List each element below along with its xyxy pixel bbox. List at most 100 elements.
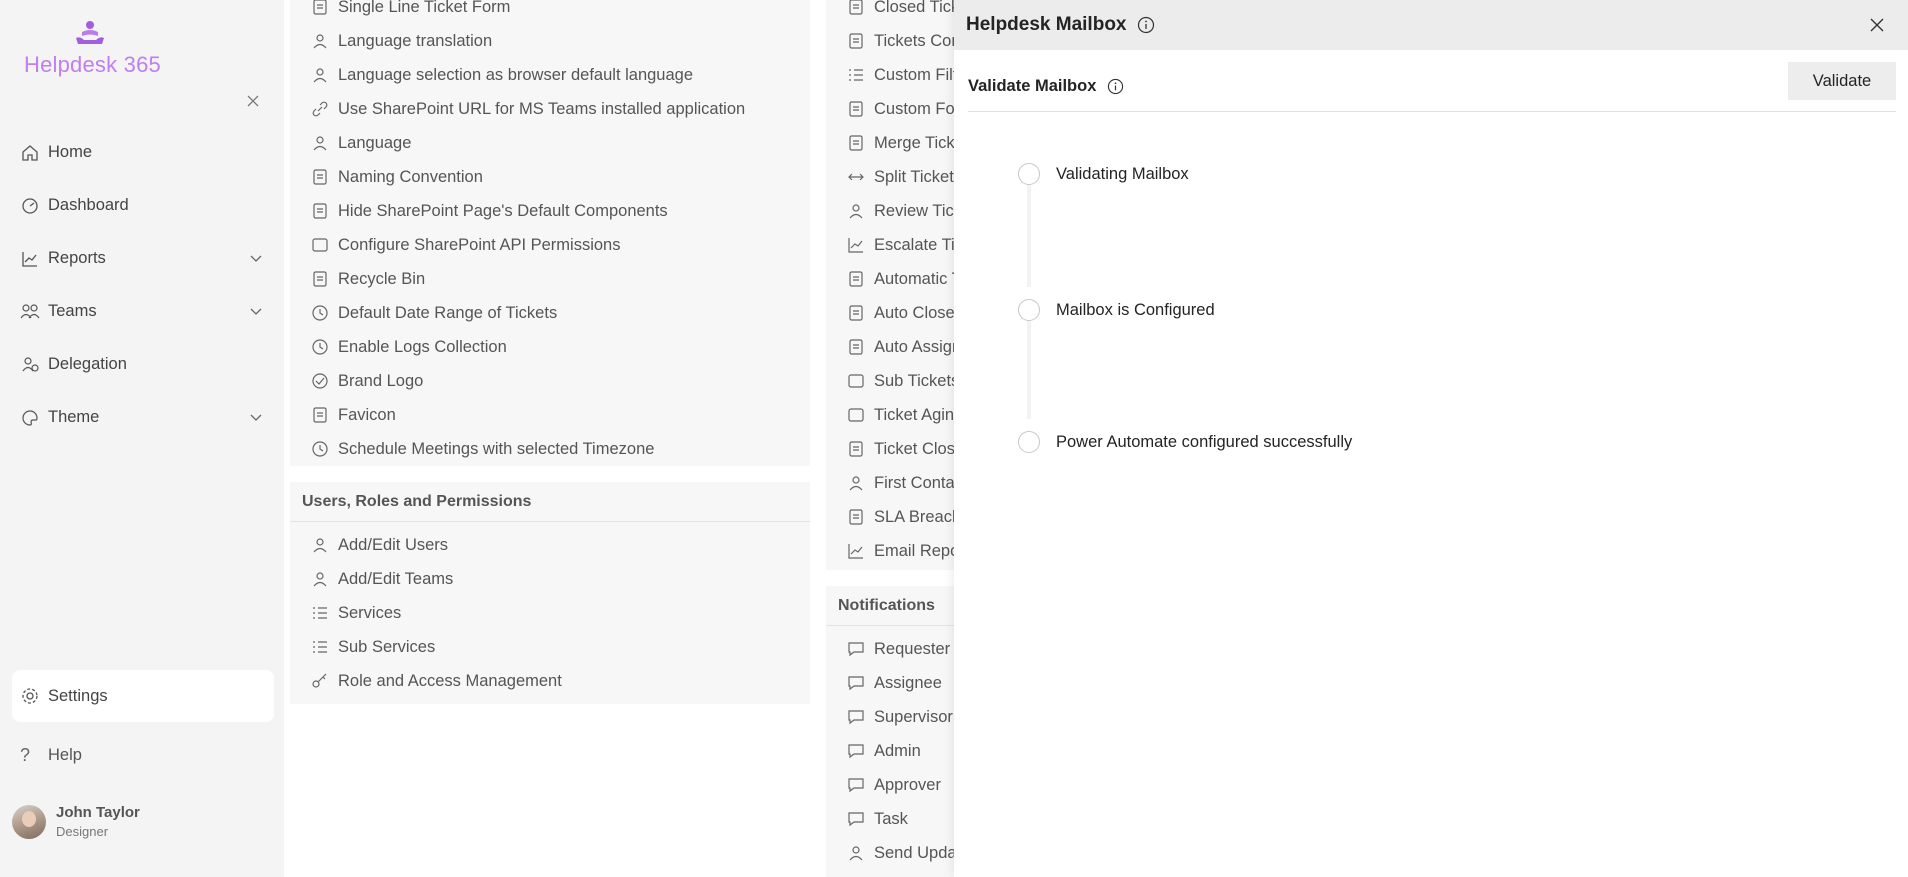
settings-link[interactable]: Language <box>290 126 810 160</box>
settings-link[interactable]: Brand Logo <box>290 364 810 398</box>
settings-link-label: Language translation <box>338 31 493 50</box>
settings-link[interactable]: Single Line Ticket Form <box>290 0 810 24</box>
collapse-sidebar-button[interactable] <box>244 94 262 112</box>
validate-mailbox-section: Validate Mailbox Validate <box>968 62 1896 112</box>
settings-link-label: Use SharePoint URL for MS Teams installe… <box>338 99 746 118</box>
close-icon <box>1870 18 1884 32</box>
box-icon <box>846 371 866 391</box>
settings-link[interactable]: Add/Edit Users <box>290 528 810 562</box>
settings-link[interactable]: Sub Services <box>290 630 810 664</box>
sidebar-item-help[interactable]: ? Help <box>20 745 82 766</box>
settings-link-label: Recycle Bin <box>338 269 426 288</box>
sidebar-item-label: Reports <box>48 249 106 267</box>
settings-link-label: Sub Tickets <box>874 371 960 390</box>
settings-link[interactable]: Configure SharePoint API Permissions <box>290 228 810 262</box>
settings-link-label: Custom Filte <box>874 65 967 84</box>
sidebar-item-settings[interactable]: Settings <box>12 670 274 722</box>
clock-icon <box>310 337 330 357</box>
settings-link-label: Supervisor <box>874 707 953 726</box>
settings-link[interactable]: Recycle Bin <box>290 262 810 296</box>
settings-link-label: Language <box>338 133 412 152</box>
delegation-icon <box>20 355 40 375</box>
question-icon: ? <box>20 745 31 765</box>
chart-line-icon <box>20 249 40 269</box>
settings-link[interactable]: Schedule Meetings with selected Timezone <box>290 432 810 466</box>
person-icon <box>310 65 330 85</box>
user-profile[interactable]: John Taylor Designer <box>12 804 140 839</box>
settings-link-label: Approver <box>874 775 941 794</box>
settings-link[interactable]: Language translation <box>290 24 810 58</box>
person-icon <box>310 535 330 555</box>
dialog-header: Helpdesk Mailbox <box>954 0 1908 50</box>
validate-button[interactable]: Validate <box>1788 62 1896 100</box>
settings-link-label: Ticket Aging <box>874 405 964 424</box>
clock-icon <box>310 439 330 459</box>
list-icon <box>846 65 866 85</box>
settings-link-label: Role and Access Management <box>338 671 562 690</box>
settings-link-label: Hide SharePoint Page's Default Component… <box>338 201 668 220</box>
doc-icon <box>310 405 330 425</box>
settings-link[interactable]: Enable Logs Collection <box>290 330 810 364</box>
info-icon[interactable] <box>1137 16 1155 34</box>
sidebar-item-teams[interactable]: Teams <box>12 285 274 338</box>
settings-link[interactable]: Language selection as browser default la… <box>290 58 810 92</box>
settings-link-label: Naming Convention <box>338 167 483 186</box>
settings-link-label: Configure SharePoint API Permissions <box>338 235 621 254</box>
chevron-down-icon[interactable] <box>250 408 266 427</box>
step-status-dot <box>1018 299 1040 321</box>
chevron-down-icon[interactable] <box>250 302 266 321</box>
link-icon <box>310 99 330 119</box>
sidebar-item-home[interactable]: Home <box>12 126 274 179</box>
doc-icon <box>310 167 330 187</box>
step-connector <box>1027 321 1031 419</box>
step-connector <box>1027 185 1031 287</box>
settings-link-label: Ticket Closu <box>874 439 965 458</box>
doc-icon <box>846 133 866 153</box>
sidebar-item-label: Dashboard <box>48 196 129 214</box>
settings-link-label: Merge Ticke <box>874 133 964 152</box>
close-button[interactable] <box>1866 14 1888 36</box>
sidebar-item-reports[interactable]: Reports <box>12 232 274 285</box>
settings-link[interactable]: Favicon <box>290 398 810 432</box>
settings-link-label: First Contac <box>874 473 963 492</box>
settings-link-label: Send Updat <box>874 843 962 862</box>
sidebar-item-theme[interactable]: Theme <box>12 391 274 444</box>
sidebar-nav: Home Dashboard Reports Teams Delegation … <box>12 126 274 444</box>
palette-icon <box>20 408 40 428</box>
settings-link[interactable]: Naming Convention <box>290 160 810 194</box>
box-icon <box>846 405 866 425</box>
settings-link[interactable]: Default Date Range of Tickets <box>290 296 810 330</box>
sidebar-item-label: Teams <box>48 302 97 320</box>
sidebar-item-label: Theme <box>48 408 100 426</box>
app-logo[interactable]: Helpdesk 365 <box>24 20 184 80</box>
step-item: Power Automate configured successfully <box>1018 431 1352 453</box>
users-roles-list: Add/Edit Users Add/Edit Teams Services Sub … <box>290 528 810 698</box>
person-icon <box>846 473 866 493</box>
sidebar-item-delegation[interactable]: Delegation <box>12 338 274 391</box>
person-icon <box>846 201 866 221</box>
info-icon[interactable] <box>1106 78 1124 96</box>
settings-link-label: Language selection as browser default la… <box>338 65 694 84</box>
settings-link-label: SLA Breach <box>874 507 962 526</box>
settings-link[interactable]: Role and Access Management <box>290 664 810 698</box>
sidebar-item-dashboard[interactable]: Dashboard <box>12 179 274 232</box>
box-icon <box>310 235 330 255</box>
step-status-dot <box>1018 163 1040 185</box>
settings-link-label: Default Date Range of Tickets <box>338 303 558 322</box>
chat-icon <box>846 775 866 795</box>
settings-link-label: Tickets Com <box>874 31 966 50</box>
settings-link[interactable]: Add/Edit Teams <box>290 562 810 596</box>
helpdesk-mailbox-panel: Helpdesk Mailbox Validate Mailbox Valida… <box>954 0 1908 877</box>
settings-link-label: Automatic T <box>874 269 962 288</box>
chart-icon <box>846 541 866 561</box>
settings-link[interactable]: Hide SharePoint Page's Default Component… <box>290 194 810 228</box>
doc-icon <box>846 99 866 119</box>
settings-link[interactable]: Use SharePoint URL for MS Teams installe… <box>290 92 810 126</box>
avatar <box>12 804 46 839</box>
chevron-down-icon[interactable] <box>250 249 266 268</box>
sidebar-item-label: Home <box>48 143 93 161</box>
sidebar-item-label: Help <box>48 746 82 764</box>
step-label: Mailbox is Configured <box>1056 300 1215 319</box>
settings-link[interactable]: Services <box>290 596 810 630</box>
doc-icon <box>846 337 866 357</box>
